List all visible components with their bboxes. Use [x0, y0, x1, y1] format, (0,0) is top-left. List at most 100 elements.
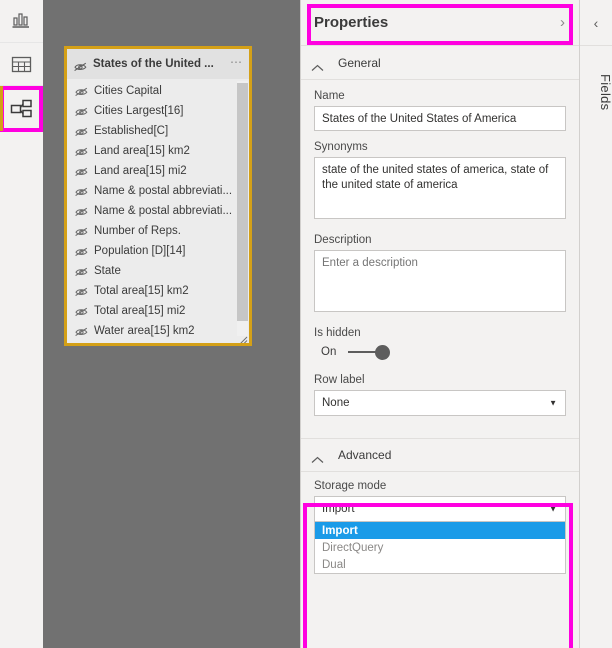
list-item[interactable]: Established[C] — [67, 121, 249, 141]
hidden-eye-icon — [75, 226, 88, 237]
list-item-label: Name & postal abbreviati... — [94, 185, 233, 197]
chevron-up-icon — [311, 451, 324, 463]
page-title: Properties — [314, 14, 389, 31]
list-item-label: Established[C] — [94, 125, 169, 137]
advanced-section-header[interactable]: Advanced — [301, 438, 579, 472]
description-textarea[interactable] — [314, 250, 566, 312]
table-field-list: Cities Capital Cities Largest[16] Establis… — [67, 79, 249, 343]
list-item[interactable]: Water area[15] km2 — [67, 321, 249, 341]
model-table-card[interactable]: States of the United ... ⋯ Cities Capita… — [64, 46, 252, 346]
fields-pane-collapsed[interactable]: ‹ Fields — [579, 0, 612, 648]
synonyms-label: Synonyms — [314, 141, 368, 153]
general-section-label: General — [338, 55, 381, 70]
list-item[interactable]: Name & postal abbreviati... — [67, 181, 249, 201]
list-item[interactable]: Land area[15] km2 — [67, 141, 249, 161]
toggle-track — [348, 351, 377, 353]
synonyms-field-group: Synonyms — [301, 131, 579, 224]
list-item[interactable]: Cities Capital — [67, 81, 249, 101]
list-item[interactable]: Name & postal abbreviati... — [67, 201, 249, 221]
menu-item[interactable]: Import — [315, 522, 565, 539]
bar-chart-icon — [11, 12, 33, 30]
toggle-knob — [375, 345, 391, 360]
view-switcher-rail — [0, 0, 43, 648]
menu-item[interactable]: DirectQuery — [315, 539, 565, 556]
model-relationship-icon — [10, 99, 34, 119]
row-label-value: None — [322, 397, 350, 409]
list-item-label: Name & postal abbreviati... — [94, 205, 233, 217]
hidden-eye-icon — [75, 266, 88, 277]
list-item[interactable]: Number of Reps. — [67, 221, 249, 241]
field-rows-container: Cities Capital Cities Largest[16] Establis… — [67, 81, 249, 341]
synonyms-textarea[interactable] — [314, 157, 566, 219]
hidden-eye-icon — [75, 286, 88, 297]
ellipsis-icon[interactable]: ⋯ — [230, 56, 243, 70]
advanced-section-label: Advanced — [338, 448, 392, 462]
fields-pane-label: Fields — [598, 74, 612, 111]
sidebar-item-model-view[interactable] — [0, 86, 43, 132]
selected-accent-bar — [0, 86, 3, 131]
chevron-left-icon[interactable]: ‹ — [580, 0, 612, 46]
chevron-up-icon — [311, 59, 324, 71]
name-input[interactable] — [314, 106, 566, 131]
hidden-eye-icon — [75, 186, 88, 197]
hidden-eye-icon — [75, 206, 88, 217]
hidden-eye-icon — [75, 306, 88, 317]
view-rail-filler — [0, 132, 43, 648]
resize-handle-icon[interactable] — [238, 332, 248, 343]
general-section-header[interactable]: General — [301, 46, 579, 80]
description-label: Description — [314, 234, 372, 246]
sidebar-item-data-view[interactable] — [0, 43, 43, 86]
list-item-label: Total area[15] km2 — [94, 285, 189, 297]
is-hidden-field-group: Is hidden On — [301, 317, 579, 360]
is-hidden-toggle[interactable] — [348, 344, 391, 360]
chevron-down-icon: ▼ — [549, 504, 557, 514]
table-grid-icon — [11, 56, 32, 73]
list-item[interactable]: Total area[15] mi2 — [67, 301, 249, 321]
storage-mode-dropdown-list[interactable]: Import DirectQuery Dual — [314, 522, 566, 574]
storage-mode-select[interactable]: Import ▼ — [314, 496, 566, 522]
properties-pane: Properties › General Name Synonyms Descr… — [300, 0, 579, 648]
list-item[interactable]: Population [D][14] — [67, 241, 249, 261]
name-label: Name — [314, 90, 345, 102]
chevron-down-icon: ▼ — [549, 398, 557, 408]
hidden-eye-icon — [75, 126, 88, 137]
hidden-eye-icon — [75, 326, 88, 337]
row-label-field-group: Row label None ▼ — [301, 360, 579, 416]
list-item-label: Cities Largest[16] — [94, 105, 184, 117]
list-item-label: Total area[15] mi2 — [94, 305, 186, 317]
is-hidden-label: Is hidden — [314, 327, 361, 339]
table-card-header[interactable]: States of the United ... ⋯ — [67, 49, 249, 79]
name-field-group: Name — [301, 80, 579, 131]
list-item-label: Land area[15] mi2 — [94, 165, 187, 177]
list-item-label: Water area[15] km2 — [94, 325, 195, 337]
list-item[interactable]: Total area[15] km2 — [67, 281, 249, 301]
storage-mode-field-group: Storage mode Import ▼ Import DirectQuery D… — [301, 472, 579, 574]
menu-item[interactable]: Dual — [315, 556, 565, 573]
row-label-label: Row label — [314, 374, 365, 386]
hidden-eye-icon — [75, 86, 88, 97]
hidden-eye-icon — [75, 166, 88, 177]
is-hidden-toggle-row[interactable]: On — [314, 344, 566, 360]
list-item[interactable]: Cities Largest[16] — [67, 101, 249, 121]
description-field-group: Description — [301, 224, 579, 317]
properties-header[interactable]: Properties › — [301, 0, 579, 46]
is-hidden-toggle-state: On — [321, 346, 337, 358]
hidden-eye-icon — [74, 59, 87, 71]
row-label-select[interactable]: None ▼ — [314, 390, 566, 416]
hidden-eye-icon — [75, 106, 88, 117]
hidden-eye-icon — [75, 246, 88, 257]
list-item-label: Land area[15] km2 — [94, 145, 190, 157]
list-item-label: State — [94, 265, 121, 277]
list-item-label: Population [D][14] — [94, 245, 186, 257]
list-item[interactable]: Land area[15] mi2 — [67, 161, 249, 181]
list-item[interactable]: State — [67, 261, 249, 281]
list-item-label: Number of Reps. — [94, 225, 181, 237]
hidden-eye-icon — [75, 146, 88, 157]
storage-mode-value: Import — [322, 503, 355, 515]
chevron-right-icon[interactable]: › — [560, 14, 565, 31]
power-bi-model-view: States of the United ... ⋯ Cities Capita… — [0, 0, 612, 648]
field-list-scrollbar-thumb[interactable] — [237, 83, 248, 321]
sidebar-item-report-view[interactable] — [0, 0, 43, 43]
storage-mode-label: Storage mode — [314, 480, 387, 492]
list-item-label: Cities Capital — [94, 85, 162, 97]
